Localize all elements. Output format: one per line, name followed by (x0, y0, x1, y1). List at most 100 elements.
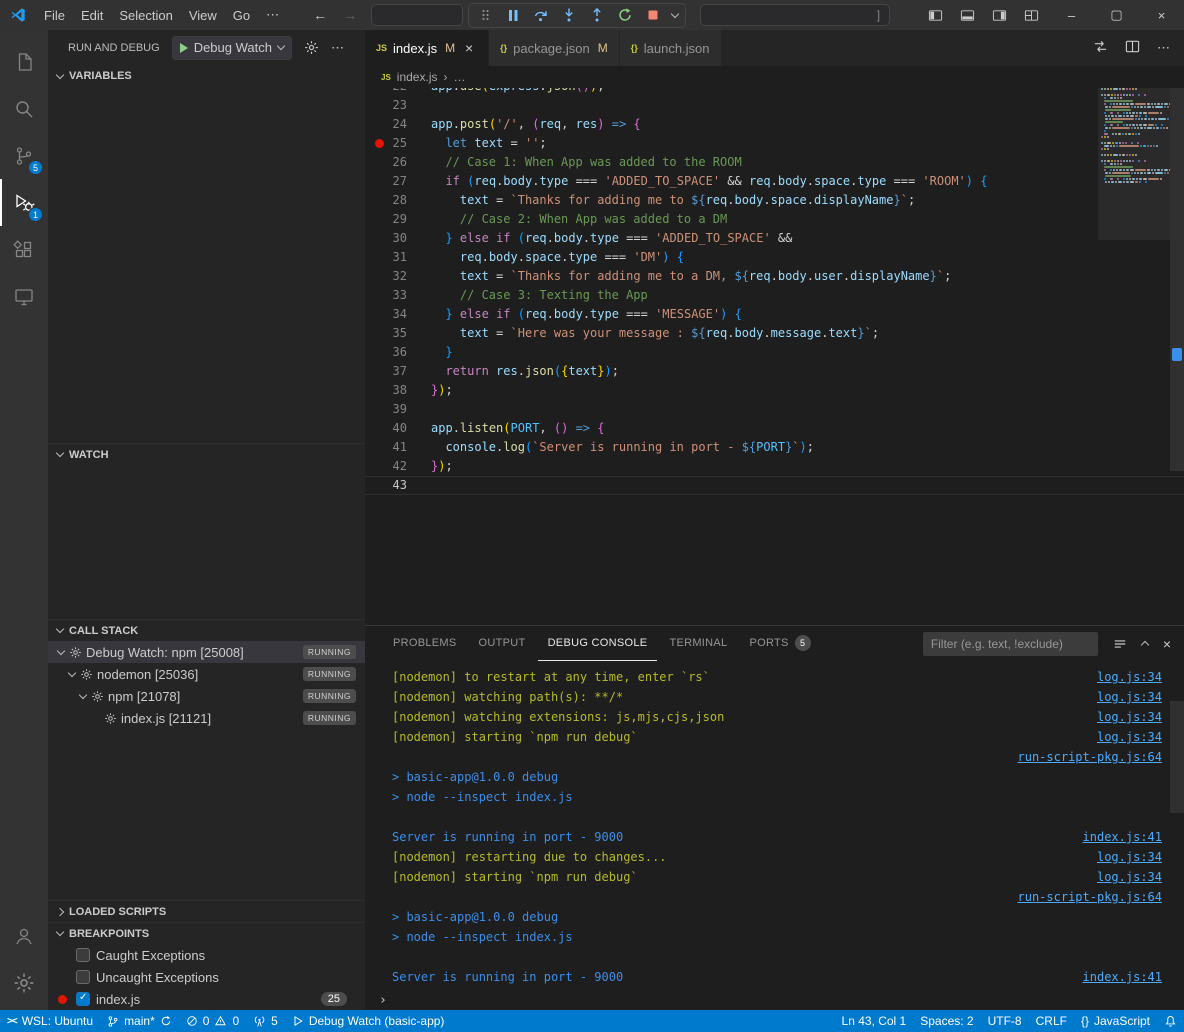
cursor-position[interactable]: Ln 43, Col 1 (835, 1010, 914, 1032)
debug-console[interactable]: [nodemon] to restart at any time, enter … (365, 661, 1184, 1010)
menu-item[interactable]: Go (225, 8, 258, 23)
maximize-panel-chevron-icon[interactable] (1142, 639, 1148, 648)
panel-scrollbar-thumb[interactable] (1170, 701, 1184, 813)
line-number[interactable]: 24 (365, 115, 431, 134)
notifications-bell-icon[interactable] (1157, 1010, 1184, 1032)
callstack-session-row[interactable]: nodemon [25036]RUNNING (48, 663, 365, 685)
panel-tab[interactable]: PROBLEMS (383, 626, 467, 661)
toggle-secondary-sidebar-icon[interactable] (992, 8, 1007, 23)
breakpoint-dot[interactable] (375, 139, 384, 148)
accounts-icon[interactable] (0, 912, 48, 959)
editor-tab[interactable]: {}package.jsonM (489, 30, 620, 66)
launch-config-dropdown[interactable]: Debug Watch (172, 36, 292, 60)
breadcrumb[interactable]: JS index.js › … (365, 66, 1184, 88)
scrollbar-thumb[interactable] (1170, 88, 1184, 471)
console-filter-input[interactable] (923, 632, 1098, 656)
menu-item[interactable]: File (36, 8, 73, 23)
console-input-prompt[interactable]: › (379, 993, 387, 1008)
settings-gear-icon[interactable] (0, 959, 48, 1006)
pause-icon[interactable] (504, 6, 522, 24)
source-link[interactable]: run-script-pkg.js:64 (1018, 750, 1163, 764)
callstack-session-row[interactable]: index.js [21121]RUNNING (48, 707, 365, 729)
minimize-button[interactable]: – (1049, 0, 1094, 30)
indentation-status[interactable]: Spaces: 2 (913, 1010, 980, 1032)
git-branch-status[interactable]: main* (100, 1010, 179, 1032)
maximize-button[interactable]: ▢ (1094, 0, 1139, 30)
source-link[interactable]: log.js:34 (1097, 730, 1162, 744)
source-link[interactable]: log.js:34 (1097, 670, 1162, 684)
clear-console-icon[interactable] (1113, 637, 1127, 651)
line-number[interactable]: 42 (365, 457, 431, 476)
toggle-sidebar-icon[interactable] (928, 8, 943, 23)
editor-tab[interactable]: {}launch.json (620, 30, 722, 66)
close-window-button[interactable]: × (1139, 0, 1184, 30)
customize-layout-icon[interactable] (1024, 8, 1039, 23)
line-number[interactable]: 22 (365, 88, 431, 96)
breakpoint-row[interactable]: Caught Exceptions (48, 944, 365, 966)
problems-status[interactable]: 0 0 (179, 1010, 246, 1032)
watch-section-header[interactable]: WATCH (48, 443, 365, 465)
encoding-status[interactable]: UTF-8 (981, 1010, 1029, 1032)
remote-explorer-icon[interactable] (0, 273, 48, 320)
toggle-panel-icon[interactable] (960, 8, 975, 23)
more-actions-icon[interactable]: ⋯ (331, 40, 344, 56)
breakpoint-row[interactable]: Uncaught Exceptions (48, 966, 365, 988)
source-link[interactable]: index.js:41 (1083, 970, 1162, 984)
source-link[interactable]: log.js:34 (1097, 710, 1162, 724)
breakpoint-row[interactable]: index.js25 (48, 988, 365, 1010)
go-forward-icon[interactable]: → (343, 7, 357, 23)
minimap[interactable] (1098, 88, 1170, 625)
line-number[interactable]: 37 (365, 362, 431, 381)
start-debugging-icon[interactable] (180, 43, 188, 53)
step-into-icon[interactable] (560, 6, 578, 24)
line-number[interactable]: 25 (365, 134, 431, 153)
breakpoint-checkbox[interactable] (76, 948, 90, 962)
loaded-scripts-section-header[interactable]: LOADED SCRIPTS (48, 900, 365, 922)
editor-tab[interactable]: JSindex.jsM× (365, 30, 489, 66)
line-number[interactable]: 27 (365, 172, 431, 191)
close-tab-icon[interactable]: × (461, 40, 477, 56)
debug-settings-gear-icon[interactable] (304, 40, 319, 55)
line-number[interactable]: 38 (365, 381, 431, 400)
source-link[interactable]: log.js:34 (1097, 690, 1162, 704)
eol-status[interactable]: CRLF (1029, 1010, 1074, 1032)
explorer-icon[interactable] (0, 38, 48, 85)
source-link[interactable]: run-script-pkg.js:64 (1018, 890, 1163, 904)
breakpoints-section-header[interactable]: BREAKPOINTS (48, 922, 365, 944)
source-link[interactable]: log.js:34 (1097, 850, 1162, 864)
line-number[interactable]: 41 (365, 438, 431, 457)
line-number[interactable]: 28 (365, 191, 431, 210)
source-link[interactable]: index.js:41 (1083, 830, 1162, 844)
line-number[interactable]: 26 (365, 153, 431, 172)
debug-status[interactable]: Debug Watch (basic-app) (285, 1010, 452, 1032)
go-back-icon[interactable]: ← (313, 7, 327, 23)
breakpoint-checkbox[interactable] (76, 970, 90, 984)
menu-item[interactable]: Selection (111, 8, 180, 23)
extensions-icon[interactable] (0, 226, 48, 273)
panel-tab[interactable]: TERMINAL (659, 626, 737, 661)
line-number[interactable]: 34 (365, 305, 431, 324)
line-number[interactable]: 39 (365, 400, 431, 419)
ports-status[interactable]: 5 (246, 1010, 285, 1032)
callstack-session-row[interactable]: Debug Watch: npm [25008]RUNNING (48, 641, 365, 663)
line-number[interactable]: 23 (365, 96, 431, 115)
panel-tab[interactable]: OUTPUT (469, 626, 536, 661)
step-out-icon[interactable] (588, 6, 606, 24)
toolbar-grip-icon[interactable] (476, 6, 494, 24)
line-number[interactable]: 40 (365, 419, 431, 438)
variables-section-header[interactable]: VARIABLES (48, 65, 365, 87)
callstack-session-row[interactable]: npm [21078]RUNNING (48, 685, 365, 707)
line-number[interactable]: 33 (365, 286, 431, 305)
source-control-icon[interactable]: 5 (0, 132, 48, 179)
menu-item[interactable]: Edit (73, 8, 111, 23)
split-editor-icon[interactable] (1125, 39, 1140, 57)
menu-item[interactable]: View (181, 8, 225, 23)
language-mode[interactable]: {} JavaScript (1074, 1010, 1157, 1032)
menu-item[interactable]: ⋯ (258, 7, 287, 23)
line-number[interactable]: 43 (365, 476, 431, 495)
stop-icon[interactable] (644, 6, 662, 24)
panel-tab[interactable]: PORTS5 (739, 626, 820, 661)
line-number[interactable]: 29 (365, 210, 431, 229)
command-center[interactable]: ] (700, 4, 890, 26)
run-and-debug-icon[interactable]: 1 (0, 179, 48, 226)
